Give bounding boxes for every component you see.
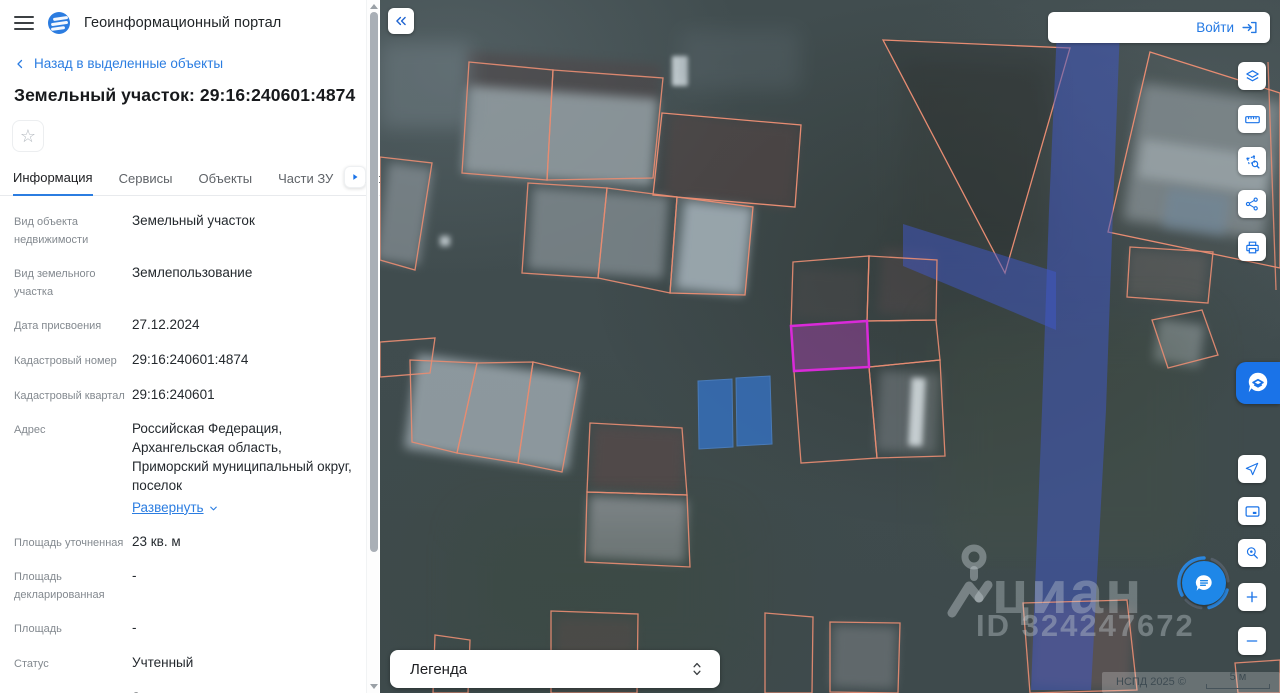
parcel-outline[interactable]: [517, 361, 581, 473]
scrollbar-thumb[interactable]: [369, 12, 378, 552]
chat-widget[interactable]: [1176, 555, 1232, 611]
info-list: Вид объекта недвижимости Земельный участо…: [0, 196, 380, 693]
share-icon: [1245, 197, 1258, 211]
tab-parts[interactable]: Части ЗУ: [278, 171, 333, 195]
info-row-address: Адрес Российская Федерация, Архангельска…: [14, 420, 374, 517]
details-sidebar: Геоинформационный портал Назад в выделен…: [0, 0, 380, 693]
info-row: Кадастровый номер 29:16:240601:4874: [14, 351, 249, 367]
blue-parcel[interactable]: [735, 375, 773, 447]
info-row: Площадь -: [14, 620, 137, 636]
map-canvas[interactable]: циан ID 324247672 НСПД 2025 © 5 м Войти: [380, 0, 1280, 693]
page-title: Земельный участок: 29:16:240601:4874: [14, 85, 356, 105]
tabs-scroll-right-button[interactable]: [344, 166, 366, 188]
menu-icon[interactable]: [14, 16, 34, 30]
area-search-icon: [1245, 154, 1260, 169]
app-logo-icon: [48, 12, 70, 34]
info-row: Статус Учтенный: [14, 654, 194, 670]
app-header: Геоинформационный портал: [0, 0, 380, 44]
parcel-outline[interactable]: [1151, 309, 1219, 369]
measure-button[interactable]: [1238, 105, 1266, 133]
favorite-star-button[interactable]: ☆: [12, 120, 44, 152]
info-row: Вид земельного участка Землепользование: [14, 265, 253, 298]
print-button[interactable]: [1238, 233, 1266, 261]
navigation-arrow-icon: [1245, 462, 1259, 476]
info-row: Категория земельЗемли населенных пунктов: [14, 689, 374, 693]
scroll-down-icon[interactable]: [370, 684, 378, 689]
parcel-outline[interactable]: [380, 156, 433, 271]
selected-parcel[interactable]: [789, 319, 871, 373]
parcel-outline[interactable]: [1126, 246, 1214, 304]
parcel-outline[interactable]: [546, 69, 664, 181]
parcel-outline[interactable]: [669, 196, 754, 296]
parcel-outline[interactable]: [829, 621, 901, 693]
object-balloon-icon: [1248, 372, 1268, 393]
location-search-button[interactable]: [1238, 539, 1266, 567]
cadastral-overlay: [380, 28, 1280, 693]
chevron-down-icon: [209, 506, 217, 511]
layers-icon: [1245, 69, 1259, 81]
panorama-button[interactable]: [1238, 497, 1266, 525]
parcel-outline[interactable]: [584, 491, 691, 568]
back-link-label: Назад в выделенные объекты: [34, 56, 224, 71]
printer-icon: [1245, 241, 1259, 253]
zoom-out-button[interactable]: [1238, 627, 1266, 655]
parcel-outline[interactable]: [652, 112, 802, 208]
ruler-icon: [1244, 115, 1260, 123]
login-button[interactable]: Войти: [1048, 12, 1270, 43]
parcel-outline[interactable]: [764, 612, 814, 693]
search-location-icon: [1246, 547, 1258, 559]
scale-label: 5 м: [1229, 671, 1247, 683]
object-info-tool-active[interactable]: [1236, 362, 1280, 404]
sidebar-scrollbar[interactable]: [366, 0, 379, 693]
chat-button[interactable]: [1182, 561, 1226, 605]
info-row: Кадастровый квартал 29:16:240601: [14, 386, 215, 402]
info-row: Площадь декларированная -: [14, 568, 137, 601]
tab-information[interactable]: Информация: [13, 170, 93, 196]
locate-button[interactable]: [1238, 455, 1266, 483]
legend-bar[interactable]: Легенда: [390, 650, 720, 688]
minus-icon: [1246, 640, 1258, 642]
triangle-right-icon: [353, 174, 358, 180]
map-attribution: НСПД 2025 ©: [1116, 676, 1186, 688]
share-button[interactable]: [1238, 190, 1266, 218]
parcel-outline[interactable]: [866, 319, 941, 368]
layers-button[interactable]: [1238, 62, 1266, 90]
zoom-in-button[interactable]: [1238, 583, 1266, 611]
collapse-expand-icon: [693, 662, 701, 676]
tab-services[interactable]: Сервисы: [119, 171, 173, 195]
info-row: Вид объекта недвижимости Земельный участо…: [14, 213, 255, 246]
sidebar-collapse-button[interactable]: [388, 8, 414, 34]
address-value: Российская Федерация, Архангельская обла…: [132, 421, 352, 493]
tab-bar: Информация Сервисы Объекты Части ЗУ Сост…: [0, 152, 380, 196]
blue-parcel[interactable]: [697, 378, 734, 450]
double-chevron-left-icon: [396, 16, 406, 26]
parcel-outline[interactable]: [461, 61, 554, 181]
legend-label: Легенда: [410, 660, 468, 678]
chevron-left-icon: [17, 59, 23, 68]
login-label: Войти: [1196, 20, 1234, 35]
parcel-outline[interactable]: [790, 255, 870, 327]
parcel-outline[interactable]: [521, 182, 608, 279]
parcel-outline[interactable]: [597, 187, 678, 294]
tab-objects[interactable]: Объекты: [198, 171, 252, 195]
address-expand-link[interactable]: Развернуть: [132, 499, 219, 518]
app-title: Геоинформационный портал: [84, 15, 282, 31]
parcel-outline[interactable]: [586, 422, 688, 496]
parcel-outline[interactable]: [793, 366, 878, 464]
plus-icon: [1246, 591, 1258, 603]
parcel-outline[interactable]: [868, 359, 946, 459]
parcel-outline[interactable]: [456, 361, 534, 464]
parcel-outline[interactable]: [380, 337, 436, 378]
scroll-up-icon[interactable]: [370, 4, 378, 9]
back-link[interactable]: Назад в выделенные объекты: [0, 44, 380, 75]
panorama-card-icon: [1245, 505, 1259, 517]
info-row: Площадь уточненная 23 кв. м: [14, 533, 181, 549]
area-search-button[interactable]: [1238, 147, 1266, 175]
water-overlay: [903, 224, 1056, 330]
scale-bar: [1206, 684, 1270, 689]
chat-bubble-icon: [1195, 575, 1212, 591]
info-row: Дата присвоения 27.12.2024: [14, 317, 200, 333]
login-icon: [1242, 21, 1257, 34]
